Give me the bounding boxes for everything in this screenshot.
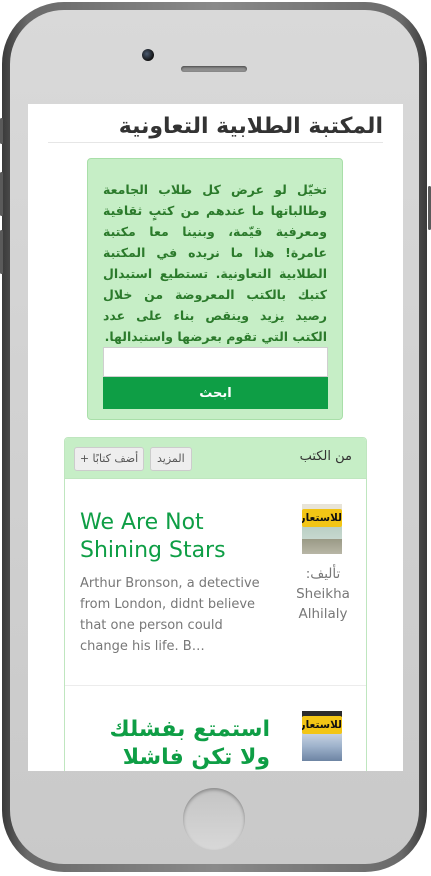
- mute-switch: [0, 118, 3, 144]
- books-panel: من الكتب المزيد أضف كتابًا + للاستعارة ت…: [64, 437, 367, 771]
- volume-down-button: [0, 230, 3, 274]
- book-cover-image: للاستعارة: [302, 711, 342, 761]
- book-card[interactable]: للاستعارة تأليف: Sheikha Alhilaly We Are…: [65, 479, 366, 686]
- plus-icon: +: [79, 452, 90, 465]
- book-cover-image: للاستعارة: [302, 504, 342, 554]
- book-card[interactable]: للاستعارة استمتع بفشلك ولا تكن فاشلا: [65, 686, 366, 771]
- book-title[interactable]: استمتع بفشلك ولا تكن فاشلا: [80, 716, 270, 771]
- book-description: Arthur Bronson, a detective from London,…: [80, 576, 260, 654]
- book-title[interactable]: We Are Not Shining Stars: [80, 509, 270, 565]
- books-panel-title: من الكتب: [299, 449, 352, 464]
- intro-text: تخيّل لو عرض كل طلاب الجامعة وطالباتها م…: [103, 182, 327, 344]
- borrow-badge: للاستعارة: [302, 509, 342, 527]
- search-input[interactable]: [103, 347, 328, 377]
- borrow-badge: للاستعارة: [302, 716, 342, 734]
- intro-box: تخيّل لو عرض كل طلاب الجامعة وطالباتها م…: [87, 158, 343, 420]
- add-book-button[interactable]: أضف كتابًا +: [74, 447, 144, 471]
- home-button[interactable]: [183, 788, 245, 850]
- front-camera-icon: [142, 49, 154, 61]
- earpiece-speaker: [181, 66, 247, 72]
- page-title: المكتبة الطلابية التعاونية: [118, 114, 383, 139]
- book-author: تأليف: Sheikha Alhilaly: [296, 566, 350, 622]
- search-button[interactable]: ابحث: [103, 377, 328, 409]
- books-panel-header: من الكتب المزيد أضف كتابًا +: [65, 438, 366, 479]
- volume-up-button: [0, 172, 3, 216]
- title-divider: [48, 142, 383, 143]
- add-book-label: أضف كتابًا: [92, 452, 139, 465]
- phone-screen: المكتبة الطلابية التعاونية تخيّل لو عرض …: [28, 104, 403, 771]
- more-button[interactable]: المزيد: [150, 447, 192, 471]
